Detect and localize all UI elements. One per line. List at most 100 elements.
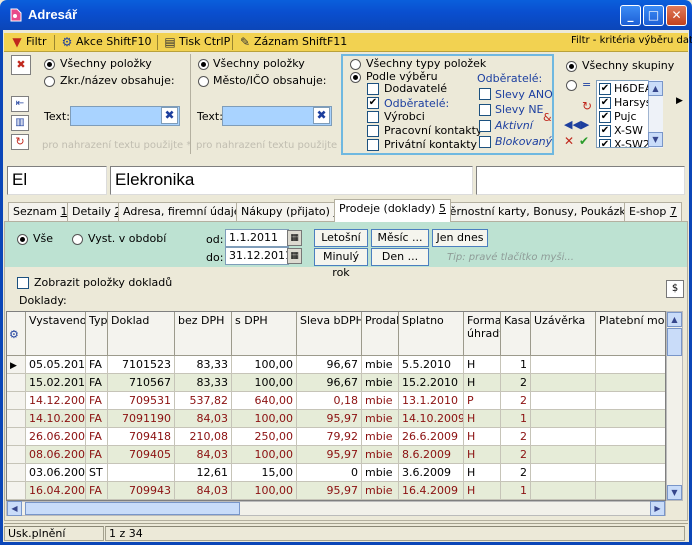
table-cell[interactable]: 250,00 [232, 428, 297, 446]
table-cell[interactable]: H [464, 356, 501, 374]
table-cell[interactable]: FA [86, 410, 108, 428]
table-cell[interactable]: 83,33 [175, 374, 232, 392]
table-cell[interactable]: 2 [501, 374, 531, 392]
cycle-icon[interactable]: ↻ [582, 99, 592, 113]
table-cell[interactable] [108, 464, 175, 482]
column-header[interactable]: bez DPH [175, 312, 232, 356]
table-cell[interactable]: 1 [501, 410, 531, 428]
close-button[interactable]: ✕ [666, 5, 687, 26]
column-header[interactable]: Doklad [108, 312, 175, 356]
clear-city-button[interactable]: ✖ [313, 107, 330, 124]
table-cell[interactable]: 26.06.2009 [26, 428, 86, 446]
table-cell[interactable]: 08.06.2009 [26, 446, 86, 464]
row-indicator[interactable] [7, 392, 26, 410]
table-cell[interactable] [596, 392, 665, 410]
table-cell[interactable]: FA [86, 446, 108, 464]
print-button[interactable]: ▤ Tisk CtrlP [161, 34, 230, 51]
calendar-to-button[interactable]: ▦ [287, 248, 302, 264]
table-cell[interactable]: 95,97 [297, 446, 362, 464]
table-cell[interactable]: 210,08 [175, 428, 232, 446]
minimize-button[interactable]: _ [620, 5, 641, 26]
table-cell[interactable]: 16.4.2009 [399, 482, 464, 500]
title-bar[interactable] [0, 0, 692, 30]
this-year-button[interactable]: Letošní [314, 229, 368, 247]
column-header[interactable]: Typ [86, 312, 108, 356]
row-indicator[interactable] [7, 428, 26, 446]
table-cell[interactable]: 83,33 [175, 356, 232, 374]
table-cell[interactable]: 7091190 [108, 410, 175, 428]
day-button[interactable]: Den ... [371, 248, 429, 266]
scroll-down-button[interactable]: ▼ [648, 132, 663, 147]
table-cell[interactable]: H [464, 374, 501, 392]
table-cell[interactable]: 14.12.2009 [26, 392, 86, 410]
grid-scroll-thumb[interactable] [667, 328, 682, 356]
table-cell[interactable]: 100,00 [232, 410, 297, 428]
all-types-radio[interactable] [350, 59, 361, 70]
table-cell[interactable]: H [464, 464, 501, 482]
column-header[interactable]: Sleva bDPH [297, 312, 362, 356]
all-groups-radio[interactable] [566, 61, 577, 72]
group-checkbox[interactable]: ✔ [599, 111, 611, 123]
columns-button[interactable]: ▥ [11, 115, 29, 131]
column-header[interactable]: Prodal [362, 312, 399, 356]
table-cell[interactable]: 12,61 [175, 464, 232, 482]
table-cell[interactable]: 95,97 [297, 410, 362, 428]
table-cell[interactable]: mbie [362, 428, 399, 446]
table-cell[interactable]: 8.6.2009 [399, 446, 464, 464]
group-checkbox[interactable]: ✔ [599, 97, 611, 109]
table-cell[interactable]: 0 [297, 464, 362, 482]
table-cell[interactable]: 709418 [108, 428, 175, 446]
table-cell[interactable]: 1 [501, 482, 531, 500]
table-cell[interactable] [596, 410, 665, 428]
table-cell[interactable]: 14.10.2009 [26, 410, 86, 428]
table-cell[interactable]: 3.6.2009 [399, 464, 464, 482]
table-cell[interactable]: 84,03 [175, 410, 232, 428]
table-cell[interactable]: 05.05.2010 [26, 356, 86, 374]
table-cell[interactable]: 79,92 [297, 428, 362, 446]
table-cell[interactable]: 0,18 [297, 392, 362, 410]
clear-name-button[interactable]: ✖ [161, 107, 178, 124]
column-header[interactable]: Platební morálka [596, 312, 665, 356]
table-cell[interactable]: 13.1.2010 [399, 392, 464, 410]
table-cell[interactable]: 640,00 [232, 392, 297, 410]
column-header[interactable]: Uzávěrka [531, 312, 596, 356]
all-items-radio[interactable] [44, 59, 55, 70]
first-col-button[interactable]: ⇤ [11, 96, 29, 112]
table-cell[interactable]: 100,00 [232, 482, 297, 500]
column-header[interactable]: Vystaveno [26, 312, 86, 356]
by-selection-radio[interactable] [350, 72, 361, 83]
table-cell[interactable]: FA [86, 392, 108, 410]
slevy-ano-checkbox[interactable] [479, 88, 491, 100]
table-cell[interactable]: mbie [362, 446, 399, 464]
table-cell[interactable]: 709531 [108, 392, 175, 410]
header-corner[interactable]: ⚙ [7, 312, 26, 356]
scroll-up-button[interactable]: ▲ [648, 81, 663, 96]
table-cell[interactable]: H [464, 410, 501, 428]
row-indicator[interactable] [7, 482, 26, 500]
table-cell[interactable]: H [464, 446, 501, 464]
dodavatele-checkbox[interactable] [367, 83, 379, 95]
table-cell[interactable]: 537,82 [175, 392, 232, 410]
entity-extra-field[interactable] [476, 166, 685, 195]
table-cell[interactable] [531, 392, 596, 410]
pracovni-checkbox[interactable] [367, 125, 379, 137]
filter-button[interactable]: ▼ Filtr [8, 34, 46, 51]
table-cell[interactable]: 26.6.2009 [399, 428, 464, 446]
row-indicator[interactable] [7, 410, 26, 428]
table-cell[interactable] [531, 428, 596, 446]
table-cell[interactable]: 100,00 [232, 446, 297, 464]
table-cell[interactable]: mbie [362, 374, 399, 392]
document-money-button[interactable]: $ [666, 280, 684, 298]
table-cell[interactable]: mbie [362, 482, 399, 500]
tab-vernostni[interactable]: Věrnostní karty, Bonusy, Poukázky 6 [438, 202, 648, 221]
row-indicator[interactable]: ▶ [7, 356, 26, 374]
last-year-button[interactable]: Minulý rok [314, 248, 368, 279]
table-cell[interactable]: 1 [501, 356, 531, 374]
grid-scroll-right-button[interactable]: ▶ [650, 501, 665, 516]
maximize-button[interactable]: □ [643, 5, 664, 26]
odberatele-checkbox[interactable]: ✔ [367, 97, 379, 109]
row-indicator[interactable] [7, 374, 26, 392]
column-header[interactable]: s DPH [232, 312, 297, 356]
table-cell[interactable]: mbie [362, 392, 399, 410]
table-cell[interactable]: FA [86, 374, 108, 392]
